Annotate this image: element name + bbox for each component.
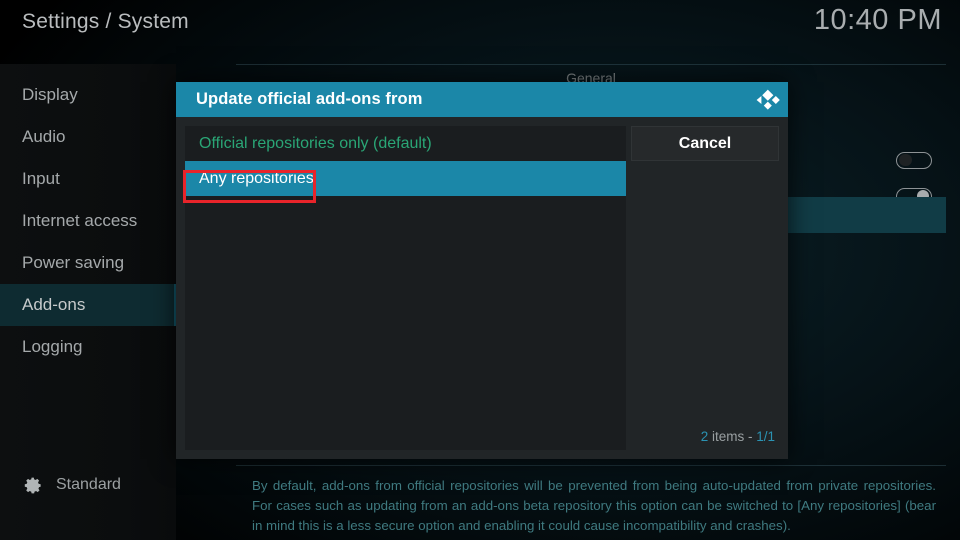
sidebar-item-logging[interactable]: Logging	[0, 326, 176, 368]
sidebar-item-label: Display	[22, 85, 78, 104]
sidebar-item-label: Logging	[22, 337, 83, 356]
update-source-dialog: Update official add-ons from Official re…	[176, 82, 788, 459]
items-count-page: 1/1	[756, 429, 775, 444]
sidebar-item-label: Power saving	[22, 253, 125, 272]
sidebar-item-label: Internet access	[22, 211, 138, 230]
profile-level-button[interactable]: Standard	[0, 468, 176, 502]
bottom-separator	[236, 465, 946, 466]
option-label: Any repositories	[199, 170, 314, 187]
sidebar-item-label: Input	[22, 169, 60, 188]
sidebar-item-internet-access[interactable]: Internet access	[0, 200, 176, 242]
sidebar-item-input[interactable]: Input	[0, 158, 176, 200]
kodi-logo-icon	[756, 89, 780, 110]
sidebar-item-power-saving[interactable]: Power saving	[0, 242, 176, 284]
profile-level-label: Standard	[56, 476, 121, 493]
options-list: Official repositories only (default) Any…	[185, 126, 626, 450]
cancel-button[interactable]: Cancel	[631, 126, 779, 161]
items-count-status: 2 items - 1/1	[701, 429, 775, 444]
sidebar-item-label: Add-ons	[22, 295, 86, 314]
items-count-middle: items -	[708, 429, 757, 444]
dialog-title: Update official add-ons from	[196, 90, 423, 108]
dialog-actions: Cancel 2 items - 1/1	[631, 126, 779, 450]
option-official-repositories[interactable]: Official repositories only (default)	[185, 126, 626, 161]
toggle-switch-off[interactable]	[896, 151, 932, 169]
sidebar-item-label: Audio	[22, 127, 66, 146]
kodi-settings-screen: Settings / System 10:40 PM General l upd…	[0, 0, 960, 540]
sidebar-item-add-ons[interactable]: Add-ons	[0, 284, 176, 326]
sidebar-item-audio[interactable]: Audio	[0, 116, 176, 158]
sidebar: Display Audio Input Internet access Powe…	[0, 64, 176, 540]
setting-description: By default, add-ons from official reposi…	[252, 478, 936, 533]
page-title: Settings / System	[22, 10, 189, 33]
sidebar-item-display[interactable]: Display	[0, 74, 176, 116]
top-separator	[236, 64, 946, 65]
option-any-repositories[interactable]: Any repositories	[185, 161, 626, 196]
dialog-title-bar: Update official add-ons from	[176, 82, 788, 117]
clock: 10:40 PM	[813, 4, 942, 36]
option-label: Official repositories only (default)	[199, 135, 432, 152]
gear-icon	[24, 477, 41, 493]
dialog-body: Official repositories only (default) Any…	[176, 117, 788, 459]
